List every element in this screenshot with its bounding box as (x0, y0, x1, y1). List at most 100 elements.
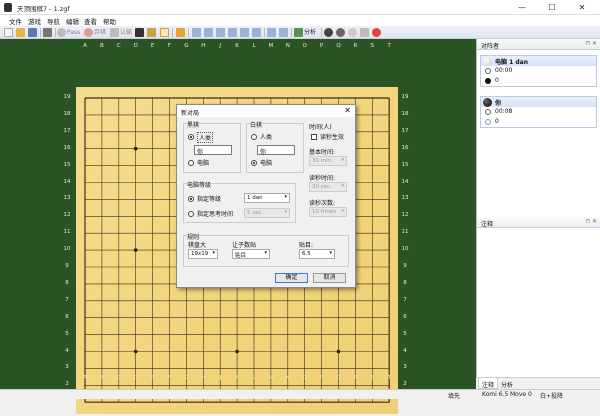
close-button[interactable]: ✕ (568, 0, 596, 15)
back-icon[interactable] (216, 28, 225, 37)
play-icon[interactable] (176, 28, 185, 37)
menu-bar: 文件 游戏 导航 编辑 查看 帮助 (0, 15, 600, 26)
dialog-close-button[interactable]: ✕ (344, 106, 351, 115)
row-label: 6 (403, 313, 407, 320)
handicap-select[interactable]: 贴目 ▾ (232, 249, 270, 259)
board-size-select[interactable]: 19x19 ▾ (188, 249, 218, 259)
think-time-radio[interactable] (188, 211, 194, 217)
hint-icon[interactable] (147, 28, 156, 37)
column-label: N (285, 375, 290, 381)
comments-area[interactable] (477, 228, 600, 377)
byo-time-select[interactable]: 30 sec. ▾ (309, 182, 347, 192)
black-computer-label[interactable]: 电脑 (197, 158, 209, 167)
column-label: L (252, 43, 256, 49)
black-human-label[interactable]: 人类 (197, 132, 214, 143)
analyze-label[interactable]: 分析 (304, 28, 316, 37)
row-label: 13 (63, 195, 71, 202)
board-size-label: 棋盘大 (188, 242, 207, 249)
menu-navigate[interactable]: 导航 (47, 16, 60, 26)
delete-icon[interactable] (372, 28, 381, 37)
clock-icon (485, 109, 491, 115)
resign-label[interactable]: 弃棋 (94, 28, 106, 37)
think-time-label[interactable]: 指定思考时间 (197, 209, 233, 218)
players-panel-header: 对阵者 ⊓ ✕ (477, 39, 600, 50)
forward-ten-icon[interactable] (240, 28, 249, 37)
row-label: 17 (401, 127, 409, 134)
white-name-field[interactable]: 你 (257, 145, 295, 156)
white-computer-label[interactable]: 电脑 (260, 158, 272, 167)
column-label: S (370, 43, 375, 49)
base-time-select[interactable]: 30 min. ▾ (309, 156, 347, 166)
byoyomi-label[interactable]: 读秒生效 (320, 132, 344, 141)
forward-icon[interactable] (228, 28, 237, 37)
count-icon[interactable] (110, 28, 119, 37)
new-icon[interactable] (4, 28, 13, 37)
star-point (133, 248, 138, 252)
ok-button[interactable]: 确定 (275, 273, 308, 283)
column-label: B (100, 375, 104, 381)
menu-view[interactable]: 查看 (84, 16, 97, 26)
pass-icon[interactable] (57, 28, 66, 37)
row-label: 7 (65, 296, 69, 303)
black-stone-icon[interactable] (324, 28, 333, 37)
level-radio[interactable] (188, 196, 194, 202)
count-label[interactable]: 认输 (120, 28, 132, 37)
white-stone-icon[interactable] (348, 28, 357, 37)
stones-icon[interactable] (336, 28, 345, 37)
maximize-button[interactable]: ☐ (538, 0, 566, 15)
save-icon[interactable] (28, 28, 37, 37)
pen-icon[interactable] (135, 28, 144, 37)
byo-count-select[interactable]: 10 times ▾ (309, 207, 347, 217)
level-select[interactable]: 1 dan ▾ (244, 193, 290, 203)
white-human-radio[interactable] (251, 134, 257, 140)
column-label: K (235, 375, 239, 381)
black-stone-icon (483, 98, 492, 107)
redo-icon[interactable] (279, 28, 288, 37)
status-move: Move 0 (510, 391, 532, 398)
komi-select[interactable]: 6.5 ▾ (299, 249, 335, 259)
column-label: D (133, 375, 138, 381)
open-icon[interactable] (16, 28, 25, 37)
row-label: 14 (63, 178, 71, 185)
menu-game[interactable]: 游戏 (28, 16, 41, 26)
comments-pin-icon[interactable]: ⊓ ✕ (585, 218, 597, 225)
white-human-label[interactable]: 人类 (260, 132, 272, 141)
players-panel-title: 对阵者 (481, 43, 500, 50)
players-pin-icon[interactable]: ⊓ ✕ (585, 40, 597, 47)
black-player-captures-row: 0 (481, 76, 596, 86)
undo-icon[interactable] (267, 28, 276, 37)
menu-file[interactable]: 文件 (9, 16, 22, 26)
black-human-radio[interactable] (188, 134, 194, 140)
cancel-button[interactable]: 取消 (313, 273, 346, 283)
pass-label[interactable]: Pass (67, 28, 80, 37)
white-player-card: 你 00:08 0 (480, 96, 597, 128)
print-icon[interactable] (43, 28, 52, 37)
menu-edit[interactable]: 编辑 (66, 16, 79, 26)
minimize-button[interactable]: — (508, 0, 536, 15)
marker-icon[interactable] (360, 28, 369, 37)
black-name-field[interactable]: 你 (194, 145, 232, 156)
row-label: 16 (401, 144, 409, 151)
last-move-icon[interactable] (252, 28, 261, 37)
black-computer-radio[interactable] (188, 160, 194, 166)
level-radio-label[interactable]: 指定等级 (197, 194, 221, 203)
first-move-icon[interactable] (192, 28, 201, 37)
analyze-icon[interactable] (294, 28, 303, 37)
white-stone-icon (483, 57, 492, 66)
star-point (133, 146, 138, 151)
tab-comments[interactable]: 注释 (478, 378, 499, 389)
star-point (336, 349, 341, 354)
dialog-title: 新对局 (177, 105, 355, 117)
row-label: 16 (63, 144, 71, 151)
menu-help[interactable]: 帮助 (103, 16, 116, 26)
byoyomi-checkbox[interactable] (311, 134, 317, 140)
panel-tabs: 注释 分析 (476, 377, 600, 389)
white-computer-radio[interactable] (251, 160, 257, 166)
column-label: M (268, 43, 274, 49)
row-label: 18 (401, 110, 409, 117)
board-edit-icon[interactable] (160, 28, 169, 37)
think-time-select[interactable]: 5 sec. ▾ (244, 208, 290, 218)
back-ten-icon[interactable] (204, 28, 213, 37)
tab-analysis[interactable]: 分析 (498, 378, 516, 389)
resign-icon[interactable] (84, 28, 93, 37)
